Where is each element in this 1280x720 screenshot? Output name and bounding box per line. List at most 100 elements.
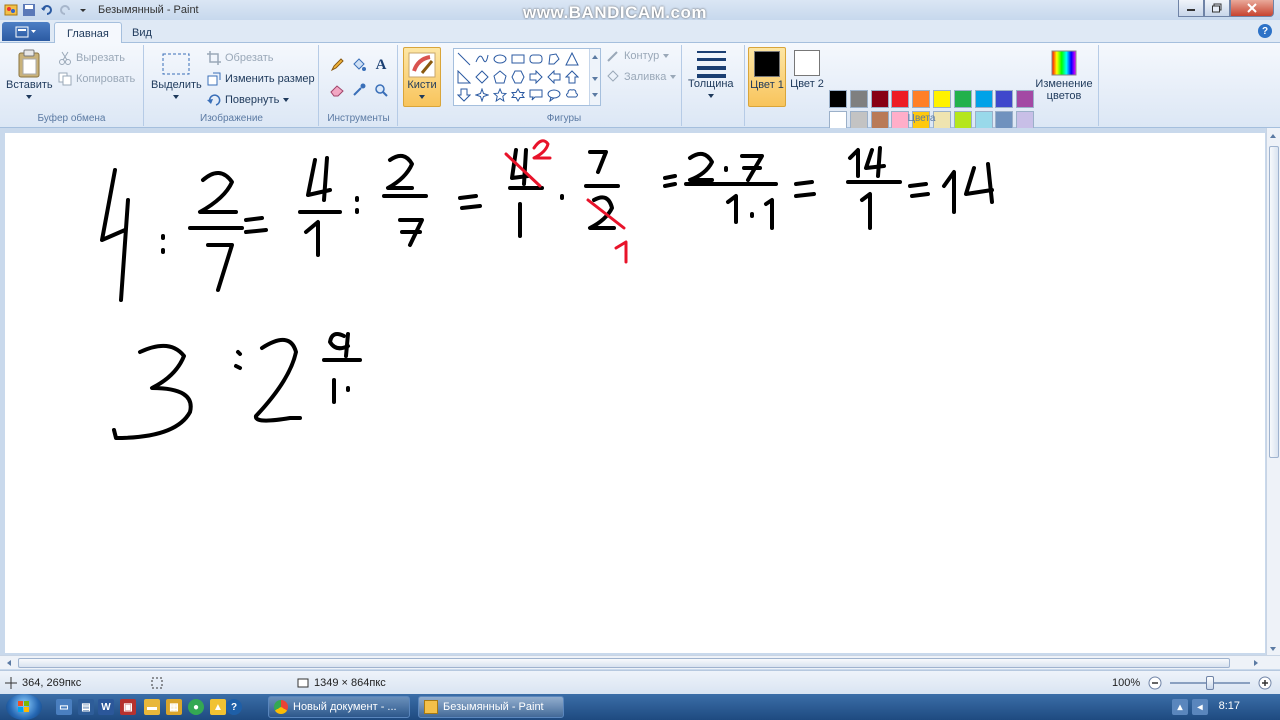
paste-dropdown-icon[interactable] (25, 91, 33, 103)
warning-app-icon[interactable]: ▲ (210, 699, 226, 715)
magnifier-icon[interactable] (372, 81, 390, 99)
eraser-icon[interactable] (328, 81, 346, 99)
polygon-shape-icon[interactable] (545, 50, 562, 67)
shapes-gallery-scroll[interactable] (589, 49, 600, 105)
six-point-star-shape-icon[interactable] (509, 86, 526, 103)
colors-group-label: Цвета (907, 113, 936, 124)
crop-button[interactable]: Обрезать (207, 51, 274, 65)
pencil-icon[interactable] (328, 56, 346, 74)
save-icon[interactable] (22, 3, 36, 17)
triangle-shape-icon[interactable] (563, 50, 580, 67)
horizontal-scrollbar[interactable] (0, 655, 1280, 669)
text-tool-icon[interactable]: A (372, 56, 390, 74)
resize-label: Изменить размер (225, 73, 315, 85)
resize-icon (207, 72, 221, 86)
explorer-icon[interactable]: ▤ (78, 699, 94, 715)
resize-button[interactable]: Изменить размер (207, 72, 315, 86)
close-button[interactable] (1230, 0, 1274, 17)
word-icon[interactable]: W (98, 699, 114, 715)
start-button[interactable] (6, 694, 42, 720)
rect-callout-shape-icon[interactable] (527, 86, 544, 103)
quick-access-dropdown-icon[interactable] (76, 3, 90, 17)
scroll-down-icon[interactable] (1267, 643, 1279, 655)
oval-shape-icon[interactable] (491, 50, 508, 67)
colors-group: Цвета (745, 45, 1099, 126)
paste-button[interactable]: Вставить (6, 49, 53, 103)
show-desktop-icon[interactable]: ▭ (56, 699, 72, 715)
up-arrow-shape-icon[interactable] (563, 68, 580, 85)
tray-volume-icon[interactable]: ◂ (1192, 699, 1208, 715)
cloud-callout-shape-icon[interactable] (563, 86, 580, 103)
scroll-up-icon[interactable] (1267, 130, 1279, 142)
scroll-left-icon[interactable] (3, 657, 15, 669)
shapes-group-label: Фигуры (546, 113, 582, 124)
drawing-canvas[interactable] (5, 133, 1265, 653)
vertical-scrollbar[interactable] (1266, 128, 1280, 657)
ribbon: Вставить Вырезать Копировать Буфер обмен… (0, 43, 1280, 150)
zoom-in-icon[interactable] (1258, 676, 1272, 690)
media-icon[interactable]: ▣ (120, 699, 136, 715)
select-dropdown-icon[interactable] (172, 91, 180, 103)
workspace (0, 128, 1280, 657)
cut-button[interactable]: Вырезать (58, 51, 125, 65)
scroll-right-icon[interactable] (1250, 657, 1262, 669)
oval-callout-shape-icon[interactable] (545, 86, 562, 103)
rotate-icon (207, 93, 221, 107)
scissors-icon (58, 51, 72, 65)
fill-bucket-icon[interactable] (350, 56, 368, 74)
fill-dropdown-icon[interactable] (669, 71, 677, 83)
line-shape-icon[interactable] (455, 50, 472, 67)
taskbar-task-paint[interactable]: Безымянный - Paint (418, 696, 564, 718)
zoom-level: 100% (1112, 676, 1141, 689)
folder-icon[interactable]: ▬ (144, 699, 160, 715)
taskbar-task-chrome[interactable]: Новый документ - ... (268, 696, 410, 718)
outline-dropdown-icon[interactable] (662, 50, 670, 62)
tray-network-icon[interactable]: ▴ (1172, 699, 1188, 715)
diamond-shape-icon[interactable] (473, 68, 490, 85)
archive-icon[interactable]: ▦ (166, 699, 182, 715)
help-app-icon[interactable]: ? (226, 699, 242, 715)
zoom-out-icon[interactable] (1148, 676, 1162, 690)
horizontal-scroll-thumb[interactable] (18, 658, 1230, 668)
down-arrow-shape-icon[interactable] (455, 86, 472, 103)
clock: 8:17 (1218, 700, 1240, 712)
hexagon-shape-icon[interactable] (509, 68, 526, 85)
rounded-rectangle-shape-icon[interactable] (527, 50, 544, 67)
left-arrow-shape-icon[interactable] (545, 68, 562, 85)
cut-label: Вырезать (76, 52, 125, 64)
maximize-button[interactable] (1204, 0, 1230, 17)
fill-label: Заливка (624, 71, 667, 83)
chrome-icon[interactable]: ● (188, 699, 204, 715)
right-arrow-shape-icon[interactable] (527, 68, 544, 85)
tab-view[interactable]: Вид (120, 22, 164, 44)
select-label: Выделить (151, 79, 202, 91)
outline-label: Контур (624, 50, 660, 62)
curve-shape-icon[interactable] (473, 50, 490, 67)
brushes-button[interactable]: Кисти (403, 47, 441, 107)
image-group-label: Изображение (200, 113, 263, 124)
paint-menu-button[interactable] (2, 22, 50, 41)
minimize-button[interactable] (1178, 0, 1204, 17)
paste-icon (14, 49, 44, 79)
pentagon-shape-icon[interactable] (491, 68, 508, 85)
tab-home[interactable]: Главная (54, 22, 122, 44)
help-icon[interactable]: ? (1258, 24, 1272, 38)
color-picker-icon[interactable] (350, 81, 368, 99)
five-point-star-shape-icon[interactable] (491, 86, 508, 103)
fill-button[interactable]: Заливка (606, 70, 677, 84)
brushes-dropdown-icon[interactable] (404, 91, 440, 103)
right-triangle-shape-icon[interactable] (455, 68, 472, 85)
select-button[interactable]: Выделить (151, 49, 202, 103)
undo-icon[interactable] (40, 3, 54, 17)
zoom-slider-thumb[interactable] (1206, 676, 1214, 690)
vertical-scroll-thumb[interactable] (1269, 146, 1279, 458)
copy-button[interactable]: Копировать (58, 72, 135, 86)
four-point-star-shape-icon[interactable] (473, 86, 490, 103)
paint-app-icon[interactable] (4, 3, 18, 17)
crop-label: Обрезать (225, 52, 274, 64)
rotate-dropdown-icon[interactable] (282, 94, 290, 106)
rectangle-shape-icon[interactable] (509, 50, 526, 67)
window-title: Безымянный - Paint (98, 4, 199, 16)
outline-button[interactable]: Контур (606, 49, 670, 63)
rotate-button[interactable]: Повернуть (207, 93, 290, 107)
